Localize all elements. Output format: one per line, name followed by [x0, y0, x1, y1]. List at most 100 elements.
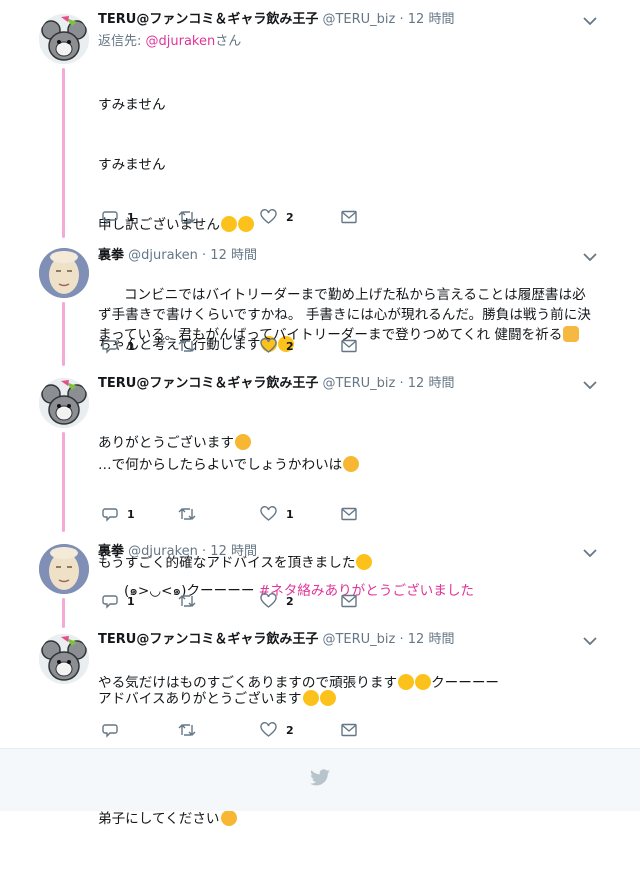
- separator-dot: ·: [202, 544, 207, 559]
- tweet-header: TERU@ファンコミ＆ギャラ飲み王子 @TERU_biz · 12 時間: [98, 10, 454, 30]
- reply-button[interactable]: 1: [102, 336, 135, 356]
- display-name[interactable]: TERU@ファンコミ＆ギャラ飲み王子: [98, 376, 318, 391]
- direct-message-button[interactable]: [341, 504, 357, 524]
- envelope-icon: [341, 723, 357, 737]
- user-handle[interactable]: @djuraken: [128, 544, 198, 559]
- text-segment: ありがとうございます: [98, 435, 234, 451]
- reply-to-label: 返信先:: [98, 34, 146, 49]
- user-handle[interactable]: @djuraken: [128, 248, 198, 263]
- tweet[interactable]: TERU@ファンコミ＆ギャラ飲み王子 @TERU_biz · 12 時間 返信先…: [0, 10, 640, 473]
- smiling-emoji-icon: [319, 690, 336, 706]
- display-name[interactable]: TERU@ファンコミ＆ギャラ飲み王子: [98, 12, 318, 27]
- text-line: 弟子にしてください: [98, 809, 610, 829]
- face-avatar-image: [39, 544, 89, 594]
- reply-to-line: 返信先: @djurakenさん: [98, 32, 241, 52]
- timestamp[interactable]: 12 時間: [210, 544, 257, 559]
- twitter-bird-icon: [310, 769, 330, 786]
- tweet-actions: 1 1: [98, 504, 398, 524]
- text-line: アドバイスありがとうございます: [98, 689, 610, 709]
- reply-to-suffix: さん: [215, 34, 242, 49]
- mention-link[interactable]: @djuraken: [146, 34, 216, 49]
- like-count: 2: [286, 210, 294, 224]
- direct-message-button[interactable]: [341, 591, 357, 611]
- thread-connector: [62, 598, 65, 628]
- text-segment: 弟子にしてください: [98, 811, 220, 827]
- tweet-header: TERU@ファンコミ＆ギャラ飲み王子 @TERU_biz · 12 時間: [98, 374, 454, 394]
- text-segment: コンビニではバイトリーダーまで勤め上げた私から言えることは履歴書は必ず手書きで書…: [98, 287, 591, 343]
- like-button[interactable]: 2: [260, 591, 294, 611]
- tweet[interactable]: 裏拳 @djuraken · 12 時間 コンビニではバイトリーダーまで勤め上げ…: [0, 246, 640, 366]
- thread-connector: [62, 68, 65, 238]
- tweet[interactable]: 裏拳 @djuraken · 12 時間 (๑>◡<๑)クーーーー #ネタ絡みあ…: [0, 542, 640, 628]
- reply-icon: [102, 508, 118, 522]
- chevron-down-icon[interactable]: [583, 380, 597, 390]
- reply-button[interactable]: 1: [102, 591, 135, 611]
- envelope-icon: [341, 339, 357, 353]
- separator-dot: ·: [399, 632, 404, 647]
- heart-icon: [260, 593, 277, 608]
- envelope-icon: [341, 210, 357, 224]
- user-handle[interactable]: @TERU_biz: [322, 376, 395, 391]
- reply-button[interactable]: 1: [102, 504, 135, 524]
- avatar[interactable]: [39, 14, 89, 64]
- tweet-actions: 1 2: [98, 207, 398, 227]
- reply-button[interactable]: [102, 720, 127, 740]
- thread-connector: [62, 302, 65, 366]
- chevron-down-icon[interactable]: [583, 548, 597, 558]
- like-button[interactable]: 2: [260, 720, 294, 740]
- like-count: 2: [286, 594, 294, 608]
- reply-icon: [102, 595, 118, 609]
- mouse-avatar-image: [39, 14, 89, 64]
- display-name[interactable]: 裏拳: [98, 544, 124, 559]
- timeline-footer: [0, 748, 640, 811]
- retweet-button[interactable]: [178, 336, 196, 356]
- reply-button[interactable]: 1: [102, 207, 135, 227]
- user-handle[interactable]: @TERU_biz: [322, 632, 395, 647]
- avatar[interactable]: [39, 544, 89, 594]
- tweet-header: 裏拳 @djuraken · 12 時間: [98, 542, 257, 562]
- text-segment: アドバイスありがとうございます: [98, 691, 302, 707]
- direct-message-button[interactable]: [341, 336, 357, 356]
- fist-emoji-icon: [563, 326, 580, 342]
- text-line: ありがとうございます: [98, 433, 610, 453]
- retweet-button[interactable]: [178, 720, 196, 740]
- tweet[interactable]: TERU@ファンコミ＆ギャラ飲み王子 @TERU_biz · 12 時間 アドバ…: [0, 630, 640, 827]
- avatar[interactable]: [39, 634, 89, 684]
- direct-message-button[interactable]: [341, 207, 357, 227]
- like-count: 1: [286, 507, 294, 521]
- timestamp[interactable]: 12 時間: [408, 632, 455, 647]
- tweet[interactable]: TERU@ファンコミ＆ギャラ飲み王子 @TERU_biz · 12 時間 ありが…: [0, 374, 640, 691]
- timestamp[interactable]: 12 時間: [408, 376, 455, 391]
- like-count: 2: [286, 339, 294, 353]
- chevron-down-icon[interactable]: [583, 636, 597, 646]
- retweet-button[interactable]: [178, 591, 196, 611]
- tweet-header: 裏拳 @djuraken · 12 時間: [98, 246, 257, 266]
- envelope-icon: [341, 507, 357, 521]
- reply-count: 1: [127, 507, 135, 521]
- timestamp[interactable]: 12 時間: [210, 248, 257, 263]
- tweet-actions: 2: [98, 720, 398, 740]
- direct-message-button[interactable]: [341, 720, 357, 740]
- user-handle[interactable]: @TERU_biz: [322, 12, 395, 27]
- avatar[interactable]: [39, 248, 89, 298]
- like-button[interactable]: 2: [260, 207, 294, 227]
- retweet-button[interactable]: [178, 207, 196, 227]
- display-name[interactable]: 裏拳: [98, 248, 124, 263]
- like-button[interactable]: 2: [260, 336, 294, 356]
- chevron-down-icon[interactable]: [583, 252, 597, 262]
- mouse-avatar-image: [39, 378, 89, 428]
- like-count: 2: [286, 723, 294, 737]
- heart-icon: [260, 209, 277, 224]
- separator-dot: ·: [399, 12, 404, 27]
- avatar[interactable]: [39, 378, 89, 428]
- heart-icon: [260, 338, 277, 353]
- retweet-button[interactable]: [178, 504, 196, 524]
- display-name[interactable]: TERU@ファンコミ＆ギャラ飲み王子: [98, 632, 318, 647]
- party-face-emoji-icon: [234, 434, 251, 450]
- timestamp[interactable]: 12 時間: [408, 12, 455, 27]
- smiling-emoji-icon: [302, 690, 319, 706]
- tweet-actions: 1 2: [98, 336, 398, 356]
- chevron-down-icon[interactable]: [583, 16, 597, 26]
- text-line: すみません: [98, 157, 166, 173]
- like-button[interactable]: 1: [260, 504, 294, 524]
